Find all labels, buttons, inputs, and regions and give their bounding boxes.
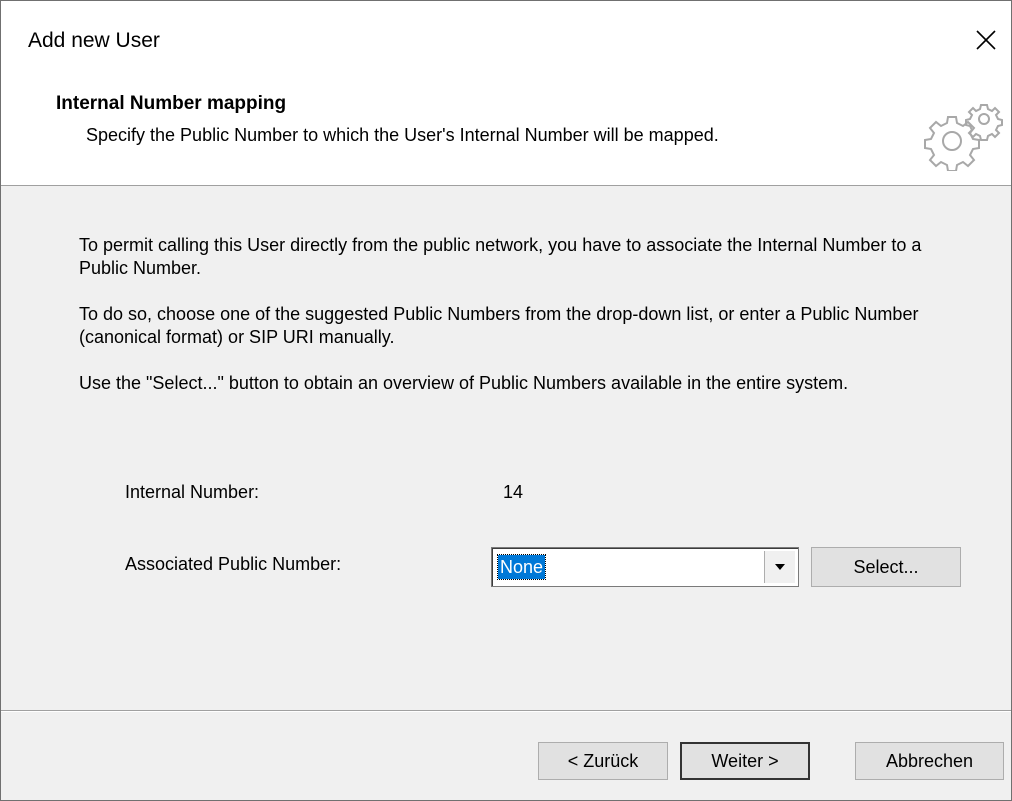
back-button[interactable]: < Zurück (538, 742, 668, 780)
associated-public-number-combobox[interactable]: None (491, 547, 799, 587)
page-subtitle: Specify the Public Number to which the U… (86, 125, 719, 145)
internal-number-label: Internal Number: (125, 482, 260, 502)
footer-separator (1, 710, 1011, 712)
dialog-window: Add new User Internal Number mapping Spe… (0, 0, 1012, 801)
next-button[interactable]: Weiter > (680, 742, 810, 780)
paragraph-3: Use the "Select..." button to obtain an … (79, 373, 849, 393)
close-button[interactable] (961, 17, 1011, 63)
page-title: Internal Number mapping (56, 93, 287, 114)
window-title: Add new User (28, 29, 160, 52)
paragraph-2: To do so, choose one of the suggested Pu… (79, 304, 919, 347)
internal-number-value: 14 (503, 482, 524, 502)
close-icon (976, 30, 996, 50)
combobox-value[interactable]: None (496, 554, 547, 580)
gears-icon (924, 104, 1003, 171)
cancel-button[interactable]: Abbrechen (855, 742, 1004, 780)
dropdown-button[interactable] (764, 551, 795, 583)
chevron-down-icon (775, 564, 785, 570)
select-button[interactable]: Select... (811, 547, 961, 587)
paragraph-1: To permit calling this User directly fro… (79, 235, 922, 278)
description: To permit calling this User directly fro… (79, 234, 959, 418)
associated-public-number-label: Associated Public Number: (125, 554, 342, 574)
title-bar: Add new User (1, 1, 1011, 79)
wizard-header: Internal Number mapping Specify the Publ… (1, 79, 1011, 186)
